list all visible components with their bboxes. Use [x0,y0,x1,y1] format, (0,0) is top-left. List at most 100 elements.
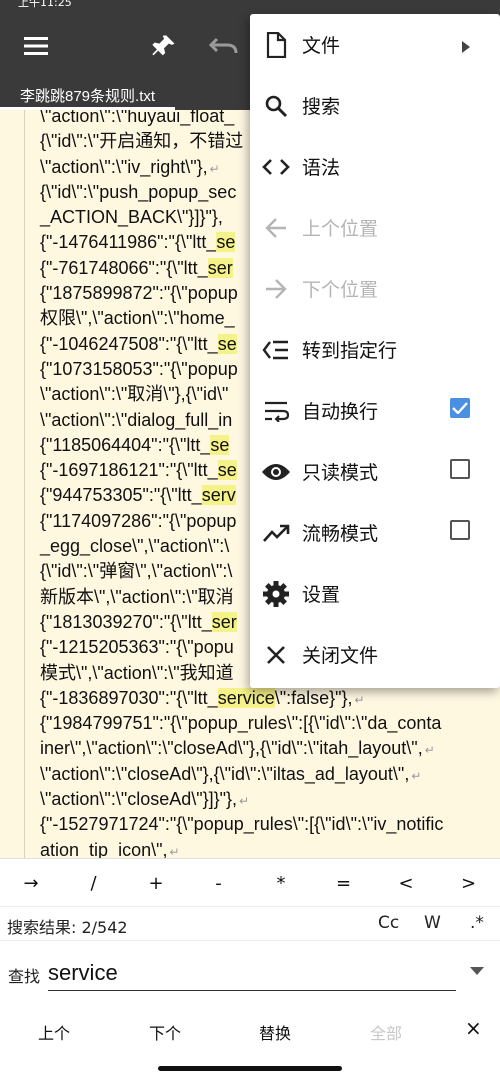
search-result-bar: 搜索结果: 2/542 Cc W .* [0,906,500,941]
eye-icon [250,462,302,482]
symbol-key[interactable]: → [0,859,62,907]
tab-file[interactable]: 李跳跳879条规则.txt [0,80,167,110]
search-action-bar: 上个 下个 替换 全部 × [0,1002,500,1062]
pin-icon[interactable] [136,12,192,80]
code-text: {"-1697186121":"{\"ltt_ [40,460,218,481]
checkbox[interactable] [450,459,470,479]
symbol-bar: → / + - * = < > [0,858,500,907]
menu-item-label: 搜索 [302,96,341,118]
find-next-button[interactable]: 下个 [149,1020,181,1044]
code-text: {"944753305":"{\"ltt_ [40,485,202,506]
code-text: {"-1046247508":"{\"ltt_ [40,333,218,354]
code-line: ation_tip_icon\", ↵ [40,838,480,858]
soft-wrap-icon: ↵ [354,692,365,707]
find-prev-button[interactable]: 上个 [38,1020,70,1044]
goto-line-icon [250,339,302,361]
code-text: \":false}"}, [274,687,353,708]
search-match-highlight: se [217,333,237,354]
soft-wrap-icon: ↵ [169,844,180,858]
regex-toggle[interactable]: .* [470,913,484,933]
symbol-key[interactable]: + [125,859,187,907]
search-match-highlight: se [210,434,230,455]
code-text: {"1813039270":"{\"ltt_ [40,611,212,632]
menu-item-label: 关闭文件 [302,645,379,667]
find-bar: 查找 [0,940,500,1003]
code-text: \"action\":\"取消\"},{\"id\" [40,384,229,405]
symbol-key[interactable]: < [375,859,437,907]
symbol-key[interactable]: = [313,859,375,907]
code-text: {\"id\":\"开启通知，不错过 [40,131,244,152]
tab-file-label: 李跳跳879条规则.txt [20,87,156,105]
menu-item-10[interactable]: 关闭文件 [250,624,500,685]
close-search-button[interactable]: × [465,1016,482,1040]
menu-item-9[interactable]: 设置 [250,563,500,624]
menu-item-label: 流畅模式 [302,523,379,545]
code-line: {"1984799751":"{\"popup_rules\":[{\"id\"… [40,711,480,736]
status-time: 上午11:25 [18,0,72,9]
code-text: {"-1215205363":"{\"popu [40,637,234,658]
code-line: {"-1836897030":"{\"ltt_service\":false}"… [40,686,480,711]
code-text: 权限\",\"action\":\"home_ [40,308,235,329]
checkbox[interactable] [450,520,470,540]
menu-item-3[interactable]: 上个位置 [250,197,500,258]
whole-word-toggle[interactable]: W [424,913,441,933]
code-text: {"1185064404":"{\"ltt_ [40,434,211,455]
menu-item-label: 设置 [302,584,341,606]
code-text: iner\",\"action\":\"closeAd\"},{\"id\":\… [40,738,423,759]
code-text: 新版本\",\"action\":\"取消 [40,586,234,607]
menu-item-1[interactable]: 搜索 [250,75,500,136]
line-gutter [0,110,25,858]
replace-button[interactable]: 替换 [259,1020,291,1044]
menu-item-6[interactable]: 自动换行 [250,380,500,441]
code-text: \"action\":\"closeAd\"},{\"id\":\"iltas_… [40,763,410,784]
code-text: {"-761748066":"{\"ltt_ [40,257,208,278]
arrow-left-icon [250,217,302,239]
wrap-text-icon [250,400,302,422]
search-match-highlight: service [217,687,275,708]
gear-icon [250,580,302,608]
replace-all-button[interactable]: 全部 [370,1020,402,1044]
search-match-highlight: se [217,460,237,481]
code-text: {"-1527971724":"{\"popup_rules\":[{\"id\… [40,814,444,835]
search-match-highlight: serv [201,485,236,506]
submenu-arrow-icon [462,38,470,57]
symbol-key[interactable]: / [63,859,125,907]
code-text: {\"id\":\"弹窗\",\"action\":\ [40,561,233,582]
symbol-key[interactable]: > [438,859,500,907]
menu-item-4[interactable]: 下个位置 [250,258,500,319]
hamburger-icon[interactable] [8,12,64,80]
close-icon [250,644,302,666]
code-text: {"1984799751":"{\"popup_rules\":[{\"id\"… [40,713,442,734]
code-line: \"action\":\"closeAd\"},{\"id\":\"iltas_… [40,762,480,787]
match-case-toggle[interactable]: Cc [378,913,399,933]
code-text: 模式\",\"action\":\"我知道 [40,662,234,683]
code-text: {"1174097286":"{\"popup [40,510,237,531]
find-input[interactable] [48,956,456,991]
menu-item-7[interactable]: 只读模式 [250,441,500,502]
symbol-key[interactable]: * [250,859,312,907]
undo-icon[interactable] [196,12,252,80]
menu-item-8[interactable]: 流畅模式 [250,502,500,563]
code-text: _ACTION_BACK\"}]}"}, [40,207,223,228]
soft-wrap-icon: ↵ [424,743,435,758]
code-line: \"action\":\"closeAd\"}]}"}, ↵ [40,787,480,812]
menu-item-0[interactable]: 文件 [250,14,500,75]
code-text: \"action\":\"huyaui_float_ [40,110,235,126]
menu-item-2[interactable]: 语法 [250,136,500,197]
menu-item-label: 语法 [302,157,341,179]
code-line: {"-1527971724":"{\"popup_rules\":[{\"id\… [40,812,480,837]
menu-item-5[interactable]: 转到指定行 [250,319,500,380]
file-icon [250,31,302,58]
symbol-key[interactable]: - [188,859,250,907]
overflow-menu: 文件搜索语法上个位置下个位置转到指定行 自动换行 只读模式流畅模式设置关闭文件 [250,14,500,688]
code-text: \"action\":\"closeAd\"}]}"}, [40,789,238,810]
code-text: {"1073158053":"{\"popup [40,358,238,379]
menu-item-label: 下个位置 [302,279,379,301]
checkbox-checked[interactable] [450,398,470,418]
soft-wrap-icon: ↵ [411,768,422,783]
find-options-dropdown-icon[interactable] [470,967,484,975]
menu-item-label: 文件 [302,35,341,57]
search-icon [250,94,302,118]
code-text: _egg_close\",\"action\":\ [40,536,230,557]
code-text: ation_tip_icon\", [40,839,168,858]
